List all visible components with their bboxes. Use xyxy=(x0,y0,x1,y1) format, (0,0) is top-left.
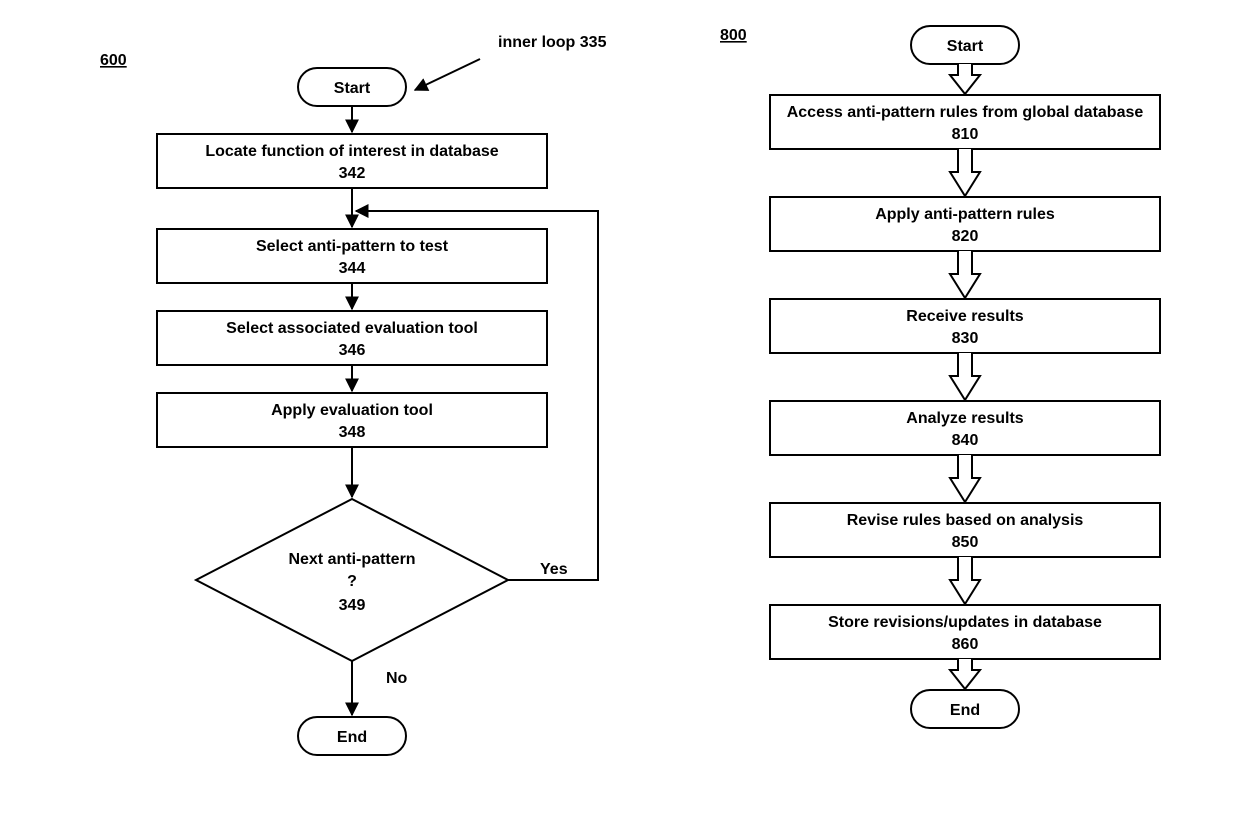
yes-label: Yes xyxy=(540,561,568,578)
box-830-title: Receive results xyxy=(906,308,1024,325)
box-342-num: 342 xyxy=(339,165,366,182)
no-label: No xyxy=(386,670,408,687)
box-820-num: 820 xyxy=(952,228,979,245)
box-860-num: 860 xyxy=(952,636,979,653)
box-348-num: 348 xyxy=(339,424,366,441)
box-850-num: 850 xyxy=(952,534,979,551)
box-850-title: Revise rules based on analysis xyxy=(847,512,1084,529)
end-label-600: End xyxy=(337,729,367,746)
box-860-title: Store revisions/updates in database xyxy=(828,614,1102,631)
figure-number-800: 800 xyxy=(720,27,747,44)
box-840-title: Analyze results xyxy=(906,410,1023,427)
box-840-num: 840 xyxy=(952,432,979,449)
box-810-title: Access anti-pattern rules from global da… xyxy=(787,104,1144,121)
decision-349-num: 349 xyxy=(339,597,366,614)
box-820-title: Apply anti-pattern rules xyxy=(875,206,1055,223)
start-label-800: Start xyxy=(947,38,984,55)
decision-349-line2: ? xyxy=(347,573,357,590)
box-346-num: 346 xyxy=(339,342,366,359)
open-arrow-820-830 xyxy=(950,251,980,298)
box-830-num: 830 xyxy=(952,330,979,347)
box-344-num: 344 xyxy=(339,260,366,277)
open-arrow-810-820 xyxy=(950,149,980,196)
box-344-title: Select anti-pattern to test xyxy=(256,238,449,255)
open-arrow-830-840 xyxy=(950,353,980,400)
open-arrow-860-end xyxy=(950,659,980,689)
box-810-num: 810 xyxy=(952,126,979,143)
figure-number-600: 600 xyxy=(100,52,127,69)
open-arrow-start-810 xyxy=(950,64,980,94)
open-arrow-840-850 xyxy=(950,455,980,502)
end-label-800: End xyxy=(950,702,980,719)
open-arrow-850-860 xyxy=(950,557,980,604)
box-348-title: Apply evaluation tool xyxy=(271,402,433,419)
box-342-title: Locate function of interest in database xyxy=(205,143,498,160)
flowchart-diagram: 600 inner loop 335 Start Locate function… xyxy=(0,0,1240,826)
inner-loop-label: inner loop 335 xyxy=(498,34,607,51)
inner-loop-arrow xyxy=(415,59,480,90)
start-label-600: Start xyxy=(334,80,371,97)
box-346-title: Select associated evaluation tool xyxy=(226,320,478,337)
decision-349-line1: Next anti-pattern xyxy=(288,551,415,568)
